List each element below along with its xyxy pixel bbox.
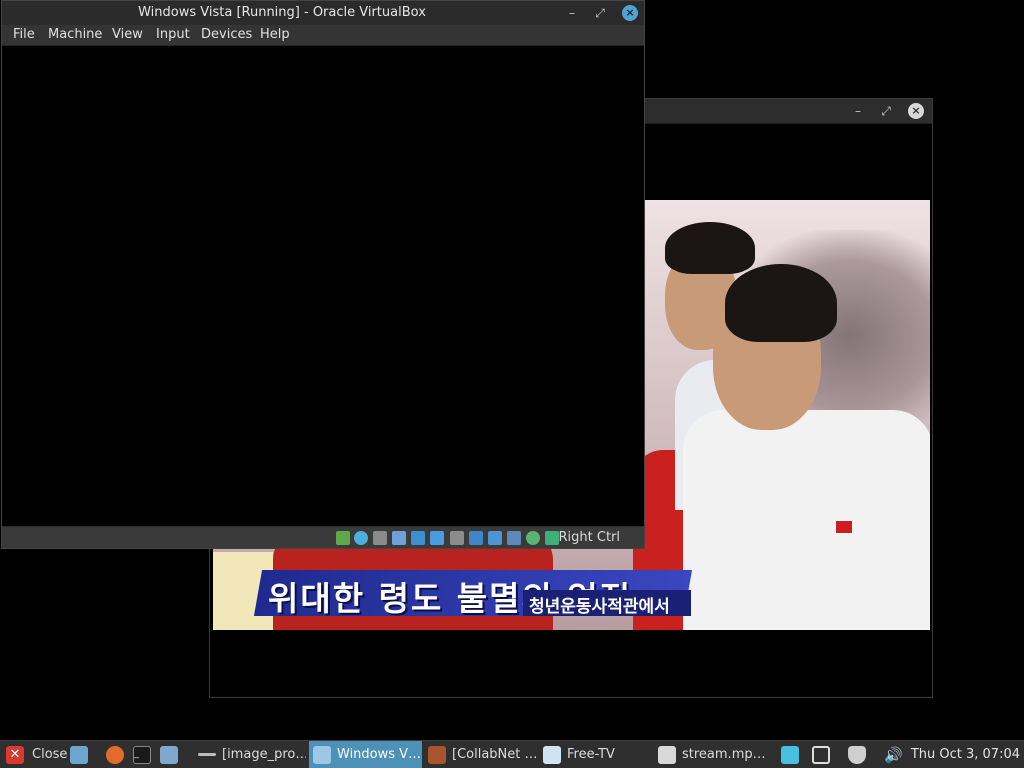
video-file-icon bbox=[658, 746, 676, 764]
taskbar-item-free-tv[interactable]: Free-TV bbox=[541, 741, 653, 768]
menu-bar: File Machine View Input Devices Help bbox=[2, 25, 644, 46]
video-capture-icon[interactable] bbox=[488, 531, 502, 545]
taskbar-item-label: Free-TV bbox=[567, 747, 615, 762]
menu-file[interactable]: File bbox=[13, 27, 35, 42]
menu-input[interactable]: Input bbox=[156, 27, 190, 42]
person-front-hair bbox=[725, 264, 837, 342]
mouse-integration-icon[interactable] bbox=[526, 531, 540, 545]
banner-subtitle: 청년운동사적관에서 bbox=[529, 597, 670, 617]
file-manager-icon[interactable] bbox=[160, 746, 178, 764]
terminal-launcher-icon[interactable]: _ bbox=[133, 746, 151, 764]
terminal-icon bbox=[198, 753, 216, 756]
minimize-icon[interactable]: – bbox=[850, 103, 866, 119]
window-title: Windows Vista [Running] - Oracle Virtual… bbox=[138, 5, 426, 20]
shared-folder-icon[interactable] bbox=[450, 531, 464, 545]
virtualbox-window[interactable]: Windows Vista [Running] - Oracle Virtual… bbox=[1, 0, 645, 549]
taskbar-item-image-pro[interactable]: [image_pro… bbox=[196, 741, 306, 768]
audio-icon[interactable] bbox=[392, 531, 406, 545]
vbox-titlebar[interactable]: Windows Vista [Running] - Oracle Virtual… bbox=[2, 1, 644, 25]
virtualbox-icon bbox=[313, 746, 331, 764]
window-tray-icon[interactable] bbox=[812, 746, 830, 764]
taskbar-item-label: [image_pro… bbox=[222, 747, 306, 762]
menu-view[interactable]: View bbox=[112, 27, 143, 42]
app-icon bbox=[428, 746, 446, 764]
network-icon[interactable] bbox=[411, 531, 425, 545]
menu-machine[interactable]: Machine bbox=[48, 27, 102, 42]
clipboard-tray-icon[interactable] bbox=[781, 746, 799, 764]
menu-devices[interactable]: Devices bbox=[201, 27, 252, 42]
tv-icon bbox=[543, 746, 561, 764]
host-key-label[interactable]: Right Ctrl bbox=[559, 530, 621, 545]
close-button[interactable]: ✕ Close bbox=[0, 741, 68, 768]
firefox-icon[interactable] bbox=[106, 746, 124, 764]
desktop: – ⤢ × 위대한 령도 불멸의 업적 청년운동사적관에서 Windows Vi… bbox=[0, 0, 1024, 768]
volume-icon[interactable]: 🔊 bbox=[884, 746, 903, 764]
close-icon[interactable]: × bbox=[622, 5, 638, 21]
display-icon[interactable] bbox=[469, 531, 483, 545]
close-icon[interactable]: × bbox=[908, 103, 924, 119]
taskbar: ✕ Close _ [image_pro… Windows V… [Collab… bbox=[0, 740, 1024, 768]
clock[interactable]: Thu Oct 3, 07:04 bbox=[911, 741, 1020, 768]
floppy-icon[interactable] bbox=[373, 531, 387, 545]
taskbar-item-label: Windows V… bbox=[337, 747, 422, 762]
close-x-icon: ✕ bbox=[6, 746, 24, 764]
cpu-icon[interactable] bbox=[507, 531, 521, 545]
guest-display[interactable] bbox=[4, 46, 642, 526]
close-label: Close bbox=[32, 747, 68, 762]
shield-icon[interactable] bbox=[848, 746, 866, 764]
maximize-icon[interactable]: ⤢ bbox=[592, 5, 608, 21]
taskbar-item-windows-vista[interactable]: Windows V… bbox=[309, 741, 422, 768]
taskbar-item-stream[interactable]: stream.mp… bbox=[656, 741, 768, 768]
menu-help[interactable]: Help bbox=[260, 27, 290, 42]
taskbar-item-label: stream.mp… bbox=[682, 747, 766, 762]
maximize-icon[interactable]: ⤢ bbox=[878, 103, 894, 119]
minimize-icon[interactable]: – bbox=[564, 5, 580, 21]
taskbar-item-label: [CollabNet … bbox=[452, 747, 538, 762]
hard-disk-icon[interactable] bbox=[336, 531, 350, 545]
person-middle-hair bbox=[665, 222, 755, 274]
taskbar-item-collabnet[interactable]: [CollabNet … bbox=[426, 741, 538, 768]
keyboard-icon[interactable] bbox=[545, 531, 559, 545]
status-bar: Right Ctrl bbox=[2, 526, 644, 548]
usb-icon[interactable] bbox=[430, 531, 444, 545]
show-desktop-icon[interactable] bbox=[70, 746, 88, 764]
optical-disk-icon[interactable] bbox=[354, 531, 368, 545]
news-caption-banner: 위대한 령도 불멸의 업적 청년운동사적관에서 bbox=[213, 552, 930, 630]
badge-pin-icon bbox=[835, 520, 853, 534]
